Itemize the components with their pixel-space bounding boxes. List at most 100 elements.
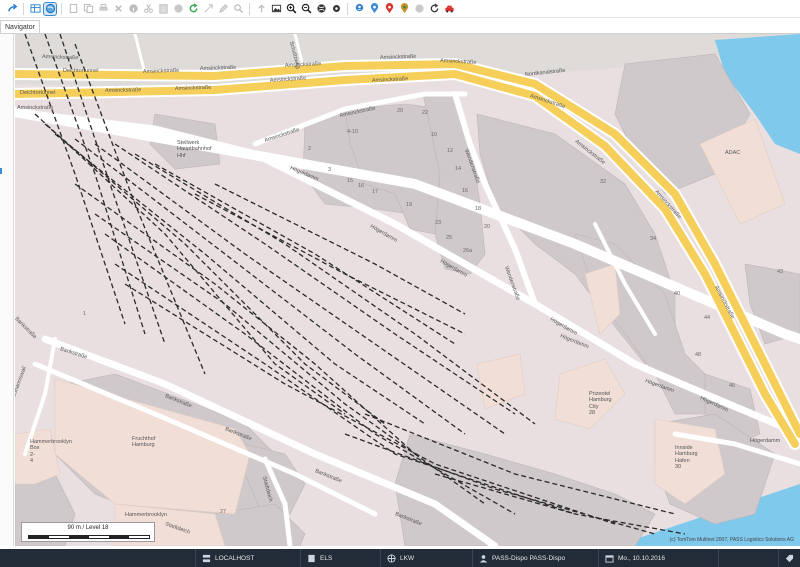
house-number: 18 (475, 206, 482, 212)
poi-stellwerk: Stellwerk Hauptbahnhof Hhf (177, 140, 212, 159)
record-icon[interactable] (172, 3, 184, 15)
status-taskbar: LOCALHOST ELS LKW PASS-Dispo PASS-Dispo … (0, 549, 800, 567)
print-icon[interactable] (97, 3, 109, 15)
cut-icon[interactable] (142, 3, 154, 15)
house-number: 22 (422, 110, 429, 116)
reload-icon[interactable] (428, 3, 440, 15)
taskbar-spacer (0, 549, 196, 567)
street-label: Högerdamm (750, 438, 781, 444)
poi-hammerbrooklyn: Hammerbrooklyn (125, 512, 167, 518)
taskbar-date[interactable]: Mo., 10.10.2016 (599, 549, 719, 567)
street-label: Amsinckstraße (17, 105, 54, 111)
house-number: 40 (674, 291, 681, 297)
house-number: 43 (777, 269, 784, 275)
house-number: 46 (729, 383, 736, 389)
house-number: 34 (650, 236, 657, 242)
street-label: Amsinckstraße (104, 87, 142, 94)
refresh-icon[interactable] (187, 3, 199, 15)
new-document-icon[interactable] (67, 3, 79, 15)
street-label: Deichtortunnel (63, 68, 99, 74)
poi-hammerbrooklyn-box: Hammerbrooklyn Box 2- 4 (30, 439, 72, 464)
poi-fruchthof: Fruchthof Hamburg (132, 436, 156, 449)
scale-label: 90 m / Level 18 (67, 525, 109, 531)
toolbar-separator (347, 2, 348, 15)
poi-innside: Innside Hamburg Hafen 30 (675, 445, 698, 470)
house-number: 20 (397, 108, 404, 114)
map-attribution: (c) TomTom Multinet 2007, PASS Logistics… (669, 537, 794, 543)
settings-icon[interactable] (330, 3, 342, 15)
house-number: 32 (600, 179, 607, 185)
left-panel-strip[interactable] (0, 34, 14, 546)
tab-navigator[interactable]: Navigator (0, 20, 40, 34)
orange-pin-icon[interactable] (398, 3, 410, 15)
house-number: 23 (435, 220, 442, 226)
upload-icon[interactable] (255, 3, 267, 15)
map-canvas[interactable]: Amsinckstraße Deichtortunnel Amsinckstra… (15, 34, 800, 546)
toolbar-separator (23, 2, 24, 15)
house-number: 4-10 (347, 129, 359, 135)
delete-icon[interactable] (112, 3, 124, 15)
house-number: 10 (431, 132, 438, 138)
house-number: 48 (695, 352, 702, 358)
house-number: 14 (455, 166, 462, 172)
globe-icon[interactable] (315, 3, 327, 15)
info-icon[interactable] (127, 3, 139, 15)
house-number: 16 (358, 183, 365, 189)
house-number: 3 (328, 167, 332, 173)
street-label: Deichtortunnel (20, 90, 56, 96)
taskbar-localhost-label: LOCALHOST (215, 554, 255, 562)
taskbar-lkw-label: LKW (400, 554, 415, 562)
scale-ruler (28, 535, 150, 539)
grey-pin-icon[interactable] (413, 3, 425, 15)
house-number: 26a (463, 248, 473, 254)
red-pin-icon[interactable] (383, 3, 395, 15)
house-number: 2 (308, 146, 312, 152)
house-number: 19 (406, 202, 413, 208)
table-icon[interactable] (29, 3, 41, 15)
copy-icon[interactable] (82, 3, 94, 15)
house-number: 17 (372, 189, 379, 195)
taskbar-pass[interactable]: PASS-Dispo PASS-Dispo (473, 549, 599, 567)
user-pin-icon[interactable] (353, 3, 365, 15)
scale-bar: 90 m / Level 18 (21, 522, 155, 542)
redo-icon[interactable] (6, 3, 18, 15)
toolbar-separator (249, 2, 250, 15)
taskbar-localhost[interactable]: LOCALHOST (196, 549, 301, 567)
house-number: 44 (704, 315, 711, 321)
zoom-in-icon[interactable] (285, 3, 297, 15)
image-icon[interactable] (270, 3, 282, 15)
route-pin-icon[interactable] (368, 3, 380, 15)
panel-marker (0, 168, 2, 174)
toolbar (0, 0, 800, 18)
house-number: 15 (347, 178, 354, 184)
taskbar-date-label: Mo., 10.10.2016 (618, 554, 665, 562)
poi-adac: ADAC (725, 150, 741, 156)
paste-icon[interactable] (157, 3, 169, 15)
house-number: 20 (484, 224, 491, 230)
house-number: 16 (462, 188, 469, 194)
toolbar-separator (61, 2, 62, 15)
user-icon (479, 554, 488, 563)
taskbar-els[interactable]: ELS (301, 549, 381, 567)
tag-icon (785, 554, 794, 562)
car-icon[interactable] (443, 3, 455, 15)
house-number: 1 (83, 311, 87, 317)
house-number: 25 (446, 235, 453, 241)
server-icon (202, 554, 211, 562)
expand-icon[interactable] (202, 3, 214, 15)
taskbar-els-label: ELS (320, 554, 333, 562)
poi-prizeotel: Prizeotel Hamburg City 28 (589, 391, 612, 416)
calendar-icon (605, 554, 614, 563)
app-window: Navigator Amsinckstraße Deichtortunnel A… (0, 0, 800, 567)
zoom-out-icon[interactable] (300, 3, 312, 15)
edit-icon[interactable] (217, 3, 229, 15)
globe-icon (387, 553, 396, 563)
taskbar-tray[interactable] (778, 549, 800, 567)
taskbar-lkw[interactable]: LKW (381, 549, 473, 567)
database-icon (308, 554, 315, 562)
taskbar-pass-label: PASS-Dispo PASS-Dispo (492, 554, 566, 562)
house-number: 27 (220, 509, 227, 515)
search-icon[interactable] (232, 3, 244, 15)
house-number: 12 (447, 148, 454, 154)
map-view-icon[interactable] (43, 1, 57, 16)
